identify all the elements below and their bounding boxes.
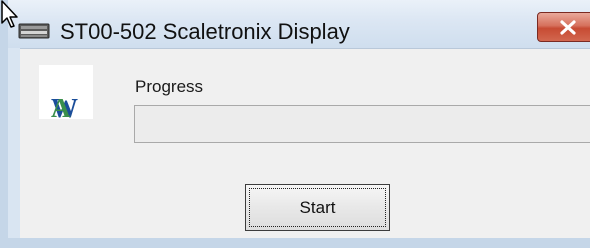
app-window: ST00-502 Scaletronix Display WA Progress…	[0, 0, 590, 248]
start-button[interactable]: Start	[245, 184, 390, 231]
company-logo: WA	[39, 65, 93, 123]
dialog-body: WA Progress Start	[20, 48, 590, 239]
progress-label: Progress	[135, 77, 204, 96]
mouse-cursor-icon	[1, 0, 18, 28]
window-title: ST00-502 Scaletronix Display	[60, 19, 350, 44]
close-button[interactable]	[537, 12, 590, 42]
close-icon	[560, 20, 576, 35]
window-bottom-border	[8, 238, 590, 248]
logo-letter-a: A	[51, 93, 70, 123]
progress-bar	[134, 105, 590, 143]
title-bar[interactable]: ST00-502 Scaletronix Display	[8, 0, 590, 48]
start-button-label: Start	[299, 198, 336, 217]
